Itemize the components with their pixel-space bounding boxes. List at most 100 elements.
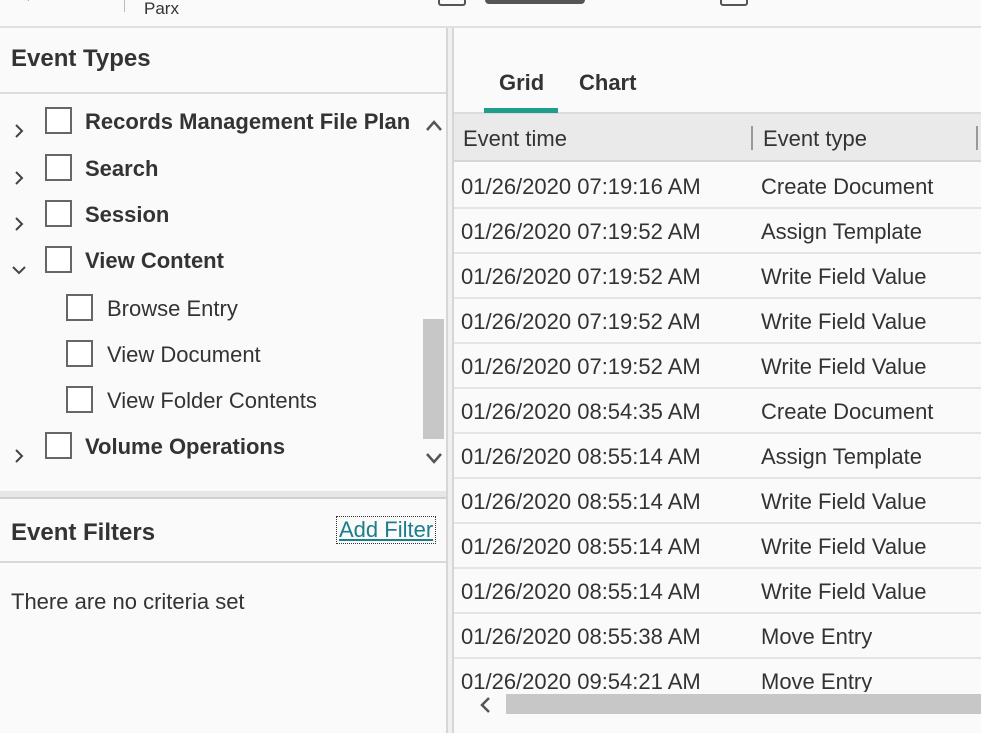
breadcrumb-current[interactable]: Parx xyxy=(144,0,179,18)
table-row[interactable]: 01/26/2020 07:19:52 AM Write Field Value xyxy=(454,299,981,344)
grid-body: 01/26/2020 07:19:16 AM Create Document 0… xyxy=(454,164,981,692)
cell-event-type: Write Field Value xyxy=(761,579,927,604)
table-row[interactable]: 01/26/2020 07:19:52 AM Write Field Value xyxy=(454,254,981,299)
checkbox[interactable] xyxy=(45,107,72,134)
cell-event-type: Create Document xyxy=(761,399,934,424)
toolbar-divider xyxy=(124,0,125,12)
grid-horizontal-scrollbar[interactable] xyxy=(454,692,981,716)
tree-item-volume-operations[interactable]: Volume Operations xyxy=(0,432,421,478)
column-resize-handle[interactable] xyxy=(976,126,978,150)
scroll-thumb[interactable] xyxy=(423,319,444,439)
chevron-right-icon[interactable] xyxy=(11,123,27,139)
add-filter-link[interactable]: Add Filter xyxy=(336,516,437,544)
table-row[interactable]: 01/26/2020 08:55:14 AM Write Field Value xyxy=(454,479,981,524)
scroll-up-icon[interactable] xyxy=(425,118,443,132)
chevron-right-icon[interactable] xyxy=(11,448,27,464)
tree-item-label: View Content xyxy=(85,248,224,273)
cell-event-time: 01/26/2020 08:55:14 AM xyxy=(461,489,701,514)
table-row[interactable]: 01/26/2020 07:19:52 AM Assign Template xyxy=(454,209,981,254)
tab-chart[interactable]: Chart xyxy=(579,70,636,96)
view-tabs: Grid Chart xyxy=(454,28,981,114)
cell-event-type: Move Entry xyxy=(761,669,873,692)
event-filters-title: Event Filters xyxy=(11,519,156,546)
column-resize-handle[interactable] xyxy=(751,126,753,150)
event-types-tree: Records Management File Plan Search Sess… xyxy=(0,94,421,489)
chevron-right-icon[interactable] xyxy=(11,216,27,232)
cell-event-type: Assign Template xyxy=(761,219,923,244)
calendar-icon-end[interactable] xyxy=(720,0,748,6)
column-header-event-type[interactable]: Event type xyxy=(763,126,867,152)
table-row[interactable]: 01/26/2020 08:55:14 AM Write Field Value xyxy=(454,569,981,614)
column-header-event-time[interactable]: Event time xyxy=(463,126,567,152)
table-row[interactable]: 01/26/2020 08:55:14 AM Write Field Value xyxy=(454,524,981,569)
event-filters-header: Event Filters Add Filter xyxy=(0,497,447,563)
date-range-text xyxy=(485,0,585,4)
chevron-down-icon[interactable] xyxy=(11,262,27,278)
cell-event-type: Write Field Value xyxy=(761,354,927,379)
tree-item-view-content[interactable]: View Content xyxy=(0,246,421,292)
tree-item-view-document[interactable]: View Document xyxy=(0,340,421,386)
table-row[interactable]: 01/26/2020 07:19:52 AM Write Field Value xyxy=(454,344,981,389)
table-row[interactable]: 01/26/2020 08:55:38 AM Move Entry xyxy=(454,614,981,659)
cell-event-time: 01/26/2020 07:19:52 AM xyxy=(461,264,701,289)
tree-item-search[interactable]: Search xyxy=(0,154,421,200)
cell-event-time: 01/26/2020 09:54:21 AM xyxy=(461,669,701,692)
tree-item-label: View Document xyxy=(107,342,261,367)
right-panel: Grid Chart Event time Event type 01/26/2… xyxy=(454,28,981,733)
cell-event-type: Write Field Value xyxy=(761,264,927,289)
cell-event-type: Create Document xyxy=(761,174,934,199)
left-panel: Event Types Records Management File Plan… xyxy=(0,28,447,733)
checkbox[interactable] xyxy=(66,340,93,367)
tree-item-browse-entry[interactable]: Browse Entry xyxy=(0,294,421,340)
cell-event-time: 01/26/2020 08:55:14 AM xyxy=(461,444,701,469)
tree-item-label: Search xyxy=(85,156,159,181)
panel-splitter[interactable] xyxy=(446,28,454,733)
cell-event-time: 01/26/2020 07:19:52 AM xyxy=(461,309,701,334)
cell-event-time: 01/26/2020 07:19:52 AM xyxy=(461,354,701,379)
table-row[interactable]: 01/26/2020 08:54:35 AM Create Document xyxy=(454,389,981,434)
checkbox[interactable] xyxy=(66,386,93,413)
checkbox[interactable] xyxy=(45,200,72,227)
scroll-down-icon[interactable] xyxy=(425,452,443,466)
tree-item-label: View Folder Contents xyxy=(107,388,317,413)
table-row[interactable]: 01/26/2020 07:19:16 AM Create Document xyxy=(454,164,981,209)
top-toolbar: Parx xyxy=(0,0,981,28)
cell-event-type: Write Field Value xyxy=(761,309,927,334)
tree-item-label: Records Management File Plan xyxy=(85,109,411,134)
chevron-right-icon[interactable] xyxy=(11,170,27,186)
chevron-left-icon[interactable] xyxy=(18,0,34,2)
active-tab-indicator xyxy=(484,108,558,113)
grid-header: Event time Event type xyxy=(454,114,981,162)
tree-item-label: Volume Operations xyxy=(85,434,286,459)
cell-event-time: 01/26/2020 08:55:14 AM xyxy=(461,534,701,559)
cell-event-time: 01/26/2020 07:19:52 AM xyxy=(461,219,701,244)
cell-event-time: 01/26/2020 08:54:35 AM xyxy=(461,399,701,424)
table-row[interactable]: 01/26/2020 09:54:21 AM Move Entry xyxy=(454,659,981,692)
tree-item-records-management-file-plan[interactable]: Records Management File Plan xyxy=(0,107,421,153)
cell-event-time: 01/26/2020 07:19:16 AM xyxy=(461,174,701,199)
tree-vertical-scrollbar[interactable] xyxy=(421,94,446,491)
checkbox[interactable] xyxy=(45,154,72,181)
tree-item-session[interactable]: Session xyxy=(0,200,421,246)
event-types-title: Event Types xyxy=(11,45,151,72)
cell-event-type: Assign Template xyxy=(761,444,923,469)
scroll-thumb[interactable] xyxy=(506,694,981,714)
checkbox[interactable] xyxy=(66,294,93,321)
cell-event-type: Write Field Value xyxy=(761,489,927,514)
cell-event-type: Move Entry xyxy=(761,624,873,649)
tab-grid[interactable]: Grid xyxy=(499,70,544,96)
event-filters-section: Event Filters Add Filter There are no cr… xyxy=(0,491,447,733)
cell-event-time: 01/26/2020 08:55:14 AM xyxy=(461,579,701,604)
empty-criteria-message: There are no criteria set xyxy=(11,589,245,614)
tree-item-view-folder-contents[interactable]: View Folder Contents xyxy=(0,386,421,432)
cell-event-type: Write Field Value xyxy=(761,534,927,559)
checkbox[interactable] xyxy=(45,246,72,273)
scroll-left-icon[interactable] xyxy=(478,696,492,714)
bottom-strip xyxy=(454,716,981,733)
table-row[interactable]: 01/26/2020 08:55:14 AM Assign Template xyxy=(454,434,981,479)
calendar-icon[interactable] xyxy=(438,0,466,6)
tree-item-label: Session xyxy=(85,202,170,227)
checkbox[interactable] xyxy=(45,432,72,459)
cell-event-time: 01/26/2020 08:55:38 AM xyxy=(461,624,701,649)
event-types-header: Event Types xyxy=(0,28,447,94)
